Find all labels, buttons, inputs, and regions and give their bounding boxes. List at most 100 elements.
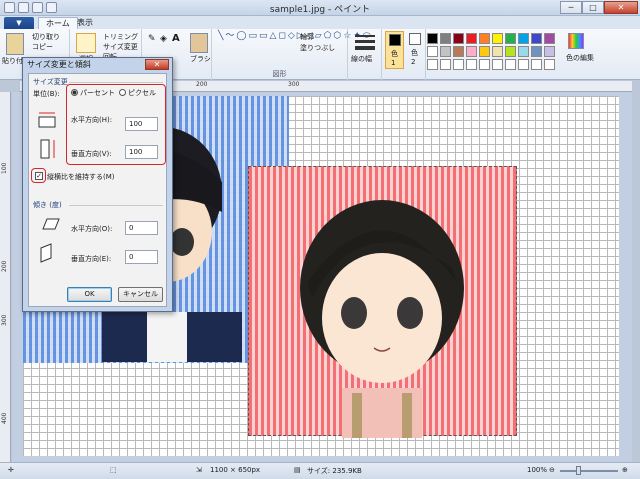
skew-horizontal-label: 水平方向(O): [71,225,113,233]
color-swatch[interactable] [440,46,451,57]
color-swatch[interactable] [518,33,529,44]
color-swatch[interactable] [440,59,451,70]
pencil-icon[interactable]: ✎ [148,35,156,44]
image-dimensions: 1100 × 650px [210,466,261,474]
line-width-group: 線の幅 [348,29,382,80]
shapes-group: ╲〜◯▭▭△◻◇▷◁▱⬠⬡☆✦⬭ 輪郭 塗りつぶし 図形 [212,29,371,80]
shapes-group-label: 図形 [272,70,287,78]
color1-button[interactable]: 色 1 [385,31,404,69]
highlight-checkbox [31,168,46,183]
file-menu-button[interactable]: ▼ [4,17,34,29]
dialog-close-button[interactable]: ✕ [145,59,169,70]
color-swatch[interactable] [531,33,542,44]
tab-view[interactable]: 表示 [70,17,100,29]
zoom-level: 100% [527,466,548,474]
brush-icon[interactable] [190,33,208,53]
window-title: sample1.jpg - ペイント [269,5,371,15]
ruler-tick: 200 [1,260,8,272]
copy-button[interactable]: コピー [32,43,53,52]
vertical-resize-icon [40,139,55,159]
cancel-button[interactable]: キャンセル [118,287,163,302]
image-dimensions-icon: ⇲ [196,466,202,474]
color-swatch[interactable] [466,33,477,44]
color-swatch[interactable] [505,46,516,57]
color2-label: 色 2 [411,49,418,66]
color-swatch[interactable] [518,59,529,70]
color-swatch[interactable] [440,33,451,44]
close-button[interactable]: ✕ [604,1,638,14]
horizontal-skew-icon [42,218,60,230]
status-bar: ✛ ⬚ ⇲ 1100 × 650px ▤ サイズ: 235.9KB 100% ⊖… [0,462,640,479]
select-icon[interactable] [76,33,96,53]
color-swatch[interactable] [492,33,503,44]
color-swatch[interactable] [544,59,555,70]
fill-icon[interactable]: ◈ [160,35,167,44]
color-swatch[interactable] [479,46,490,57]
outline-button[interactable]: 輪郭 [300,33,314,42]
cut-button[interactable]: 切り取り [32,33,60,42]
girl-illustration [300,200,464,438]
fill-button[interactable]: 塗りつぶし [300,44,335,53]
color-swatch[interactable] [453,33,464,44]
trim-button[interactable]: トリミング [103,33,138,42]
color-swatch[interactable] [427,33,438,44]
color-swatch[interactable] [479,33,490,44]
color-swatch[interactable] [453,46,464,57]
zoom-out-button[interactable]: ⊖ [549,466,555,474]
color-swatch[interactable] [466,46,477,57]
edit-colors-button[interactable]: 色の編集 [563,54,597,63]
color-swatch[interactable] [544,46,555,57]
color-swatch[interactable] [492,59,503,70]
brush-button[interactable]: ブラシ [190,55,211,64]
ruler-tick: 300 [288,81,300,88]
color-swatch[interactable] [492,46,503,57]
color-swatch[interactable] [531,46,542,57]
skew-section-header: 傾き (度) [33,201,62,209]
vertical-ruler: 100 200 300 400 [0,92,11,462]
file-size: サイズ: 235.9KB [307,467,362,475]
zoom-slider-track[interactable] [560,470,618,472]
paste-icon[interactable] [6,33,24,55]
color-swatch[interactable] [531,59,542,70]
maximize-button[interactable]: □ [582,1,604,14]
edit-colors-icon[interactable] [568,33,584,49]
line-width-button[interactable]: 線の幅 [351,55,372,64]
selection-size-icon: ⬚ [110,466,117,474]
resize-button[interactable]: サイズ変更 [103,43,138,52]
color-swatch[interactable] [427,59,438,70]
color2-swatch [409,33,421,45]
color-swatch[interactable] [518,46,529,57]
edit-colors-group: 色の編集 [560,29,600,80]
file-size-icon: ▤ [294,466,301,474]
color-swatch[interactable] [427,46,438,57]
color1-label: 色 1 [391,50,398,67]
skew-vertical-label: 垂直方向(E): [71,255,112,263]
divider [69,205,163,206]
color2-button[interactable]: 色 2 [406,31,424,69]
unit-label: 単位(B): [33,90,60,98]
horizontal-resize-icon [38,112,56,128]
color-swatch[interactable] [466,59,477,70]
skew-horizontal-input[interactable]: 0 [125,221,158,235]
dialog-body: サイズ変更 単位(B): パーセント ピクセル 水平方向(H): 100 垂直方… [28,73,167,307]
ok-button[interactable]: OK [67,287,112,302]
zoom-in-button[interactable]: ⊕ [622,466,628,474]
title-bar: sample1.jpg - ペイント ─ □ ✕ [0,0,640,16]
color-swatch[interactable] [544,33,555,44]
color-swatch[interactable] [505,59,516,70]
highlight-resize-fields [66,84,166,165]
ruler-tick: 300 [1,314,8,326]
text-icon[interactable]: A [172,34,180,44]
skew-vertical-input[interactable]: 0 [125,250,158,264]
ribbon-tabs: ▼ ホーム 表示 [0,16,640,29]
color-swatch[interactable] [453,59,464,70]
resize-section-header: サイズ変更 [33,78,68,86]
zoom-slider-thumb[interactable] [576,466,581,475]
color-swatch[interactable] [505,33,516,44]
color-swatch[interactable] [479,59,490,70]
resize-skew-dialog: サイズ変更と傾斜 ✕ サイズ変更 単位(B): パーセント ピクセル 水平方向(… [22,57,173,312]
color-palette [427,33,555,70]
minimize-button[interactable]: ─ [560,1,582,14]
ruler-tick: 100 [1,162,8,174]
vertical-skew-icon [40,243,52,263]
